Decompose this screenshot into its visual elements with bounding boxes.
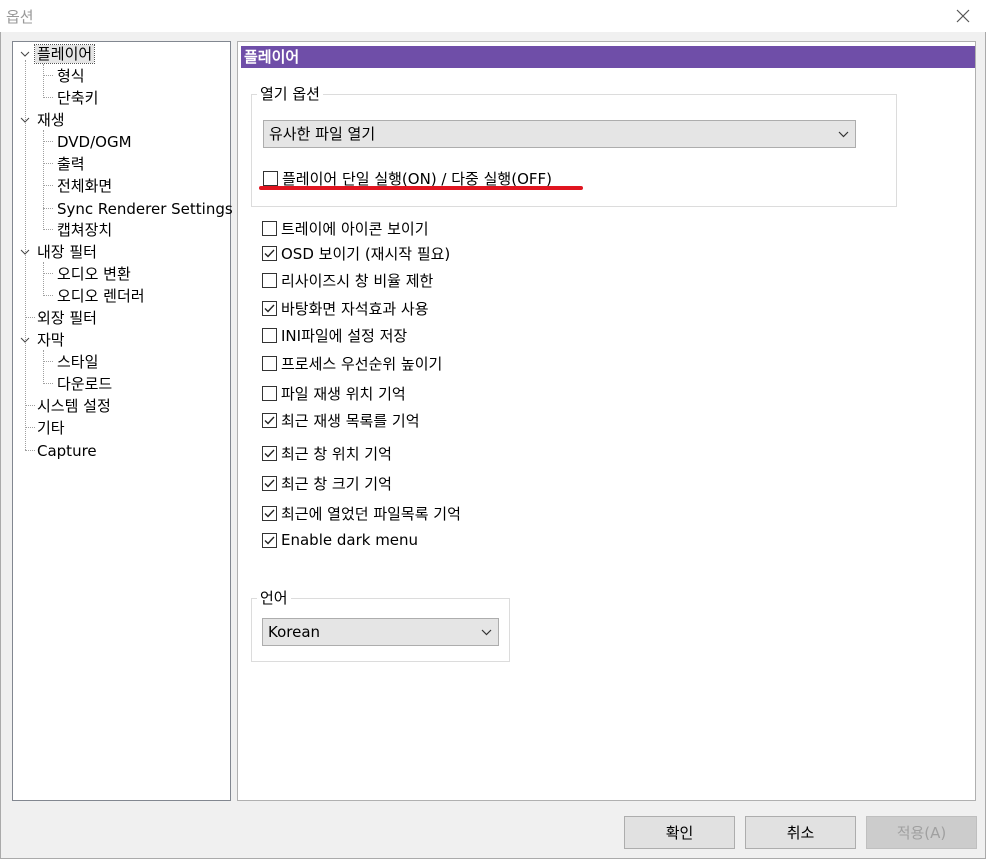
close-icon bbox=[956, 9, 970, 23]
chevron-down-icon bbox=[20, 117, 30, 123]
checkbox-box bbox=[262, 445, 277, 461]
ok-button[interactable]: 확인 bbox=[624, 816, 735, 849]
options-tree[interactable]: 플레이어 형식 단축키 재생 DVD/OGM 출력 전체화면 Sync Rend… bbox=[12, 41, 233, 801]
checkbox-label: 트레이에 아이콘 보이기 bbox=[281, 219, 429, 238]
panel-header: 플레이어 bbox=[241, 46, 975, 68]
cancel-button[interactable]: 취소 bbox=[745, 816, 856, 849]
checkbox-label: 최근 창 크기 기억 bbox=[281, 474, 392, 493]
tree-item-external-filters[interactable]: 외장 필터 bbox=[35, 307, 99, 329]
checkbox-window-size[interactable]: 최근 창 크기 기억 bbox=[262, 473, 392, 493]
checkbox-box bbox=[262, 412, 277, 428]
tree-item-capture-device[interactable]: 캡쳐장치 bbox=[55, 219, 114, 241]
tree-item-capture[interactable]: Capture bbox=[35, 440, 99, 462]
apply-button[interactable]: 적용(A) bbox=[866, 816, 977, 849]
tree-item-output[interactable]: 출력 bbox=[55, 153, 87, 175]
checkbox-osd[interactable]: OSD 보이기 (재시작 필요) bbox=[262, 243, 450, 263]
checkbox-label: 리사이즈시 창 비율 제한 bbox=[281, 271, 434, 290]
checkbox-priority[interactable]: 프로세스 우선순위 높이기 bbox=[262, 353, 442, 373]
checkbox-box bbox=[262, 505, 277, 521]
chevron-down-icon bbox=[20, 337, 30, 343]
chevron-down-icon bbox=[20, 51, 30, 57]
checkbox-label: 최근에 열었던 파일목록 기억 bbox=[281, 504, 461, 523]
checkbox-magnetic[interactable]: 바탕화면 자석효과 사용 bbox=[262, 298, 429, 318]
open-mode-value: 유사한 파일 열기 bbox=[269, 125, 376, 143]
title-bar: 옵션 bbox=[0, 0, 986, 32]
language-title: 언어 bbox=[257, 589, 291, 607]
checkmark-icon bbox=[264, 479, 275, 488]
close-button[interactable] bbox=[940, 0, 986, 32]
language-value: Korean bbox=[268, 623, 321, 641]
checkbox-ini[interactable]: INI파일에 설정 저장 bbox=[262, 325, 407, 345]
checkbox-label: 프로세스 우선순위 높이기 bbox=[281, 354, 443, 373]
checkbox-box bbox=[262, 385, 277, 401]
window-title: 옵션 bbox=[6, 8, 34, 26]
checkmark-icon bbox=[264, 249, 275, 258]
tree-item-internal-filters[interactable]: 내장 필터 bbox=[35, 241, 99, 263]
open-mode-dropdown[interactable]: 유사한 파일 열기 bbox=[263, 120, 856, 148]
single-instance-checkbox[interactable]: 플레이어 단일 실행(ON) / 다중 실행(OFF) bbox=[263, 168, 552, 188]
checkbox-window-position[interactable]: 최근 창 위치 기억 bbox=[262, 443, 392, 463]
chevron-down-icon bbox=[481, 629, 492, 635]
tree-item-audio-renderer[interactable]: 오디오 렌더러 bbox=[55, 285, 147, 307]
checkmark-icon bbox=[264, 449, 275, 458]
checkbox-box bbox=[262, 532, 277, 548]
expand-toggle[interactable] bbox=[19, 329, 31, 351]
tree-item-dvd-ogm[interactable]: DVD/OGM bbox=[55, 131, 134, 153]
checkbox-tray-icon[interactable]: 트레이에 아이콘 보이기 bbox=[262, 218, 429, 238]
tree-item-sync-renderer[interactable]: Sync Renderer Settings bbox=[55, 198, 235, 220]
checkmark-icon bbox=[264, 304, 275, 313]
checkbox-label: 파일 재생 위치 기억 bbox=[281, 384, 406, 403]
checkbox-box bbox=[262, 300, 277, 316]
checkbox-label: 최근 창 위치 기억 bbox=[281, 444, 392, 463]
checkbox-label: 최근 재생 목록를 기억 bbox=[281, 411, 420, 430]
checkbox-box bbox=[262, 327, 277, 343]
checkbox-box bbox=[262, 220, 277, 236]
tree-item-system-settings[interactable]: 시스템 설정 bbox=[35, 395, 113, 417]
language-dropdown[interactable]: Korean bbox=[262, 618, 499, 646]
tree-item-shortcuts[interactable]: 단축키 bbox=[55, 87, 100, 109]
checkbox-recent-files[interactable]: 최근에 열었던 파일목록 기억 bbox=[262, 503, 461, 523]
checkbox-box bbox=[262, 272, 277, 288]
tree-item-style[interactable]: 스타일 bbox=[55, 351, 100, 373]
expand-toggle[interactable] bbox=[19, 43, 31, 65]
highlight-underline bbox=[259, 186, 583, 190]
checkbox-recent-playlist[interactable]: 최근 재생 목록를 기억 bbox=[262, 410, 420, 430]
checkbox-label: INI파일에 설정 저장 bbox=[281, 326, 408, 345]
checkbox-label: 바탕화면 자석효과 사용 bbox=[281, 299, 429, 318]
checkbox-box bbox=[262, 475, 277, 491]
checkbox-remember-position[interactable]: 파일 재생 위치 기억 bbox=[262, 383, 406, 403]
tree-item-download[interactable]: 다운로드 bbox=[55, 373, 114, 395]
tree-item-misc[interactable]: 기타 bbox=[35, 417, 67, 439]
checkbox-label: Enable dark menu bbox=[281, 531, 419, 549]
checkmark-icon bbox=[264, 416, 275, 425]
expand-toggle[interactable] bbox=[19, 109, 31, 131]
tree-item-playback[interactable]: 재생 bbox=[35, 109, 67, 131]
tree-item-audio-switcher[interactable]: 오디오 변환 bbox=[55, 263, 133, 285]
tree-item-subtitles[interactable]: 자막 bbox=[35, 329, 67, 351]
checkmark-icon bbox=[264, 536, 275, 545]
checkbox-dark-menu[interactable]: Enable dark menu bbox=[262, 530, 418, 550]
checkmark-icon bbox=[264, 509, 275, 518]
open-options-title: 열기 옵션 bbox=[257, 85, 323, 103]
chevron-down-icon bbox=[838, 131, 849, 137]
tree-item-fullscreen[interactable]: 전체화면 bbox=[55, 175, 114, 197]
expand-toggle[interactable] bbox=[19, 241, 31, 263]
chevron-down-icon bbox=[20, 249, 30, 255]
checkbox-box bbox=[262, 245, 277, 261]
checkbox-box bbox=[262, 355, 277, 371]
checkbox-aspect-ratio[interactable]: 리사이즈시 창 비율 제한 bbox=[262, 270, 433, 290]
checkbox-box bbox=[263, 170, 278, 186]
checkbox-label: OSD 보이기 (재시작 필요) bbox=[281, 244, 451, 263]
tree-item-format[interactable]: 형식 bbox=[55, 65, 87, 87]
open-options-group bbox=[251, 94, 897, 207]
tree-item-player[interactable]: 플레이어 bbox=[33, 43, 96, 65]
